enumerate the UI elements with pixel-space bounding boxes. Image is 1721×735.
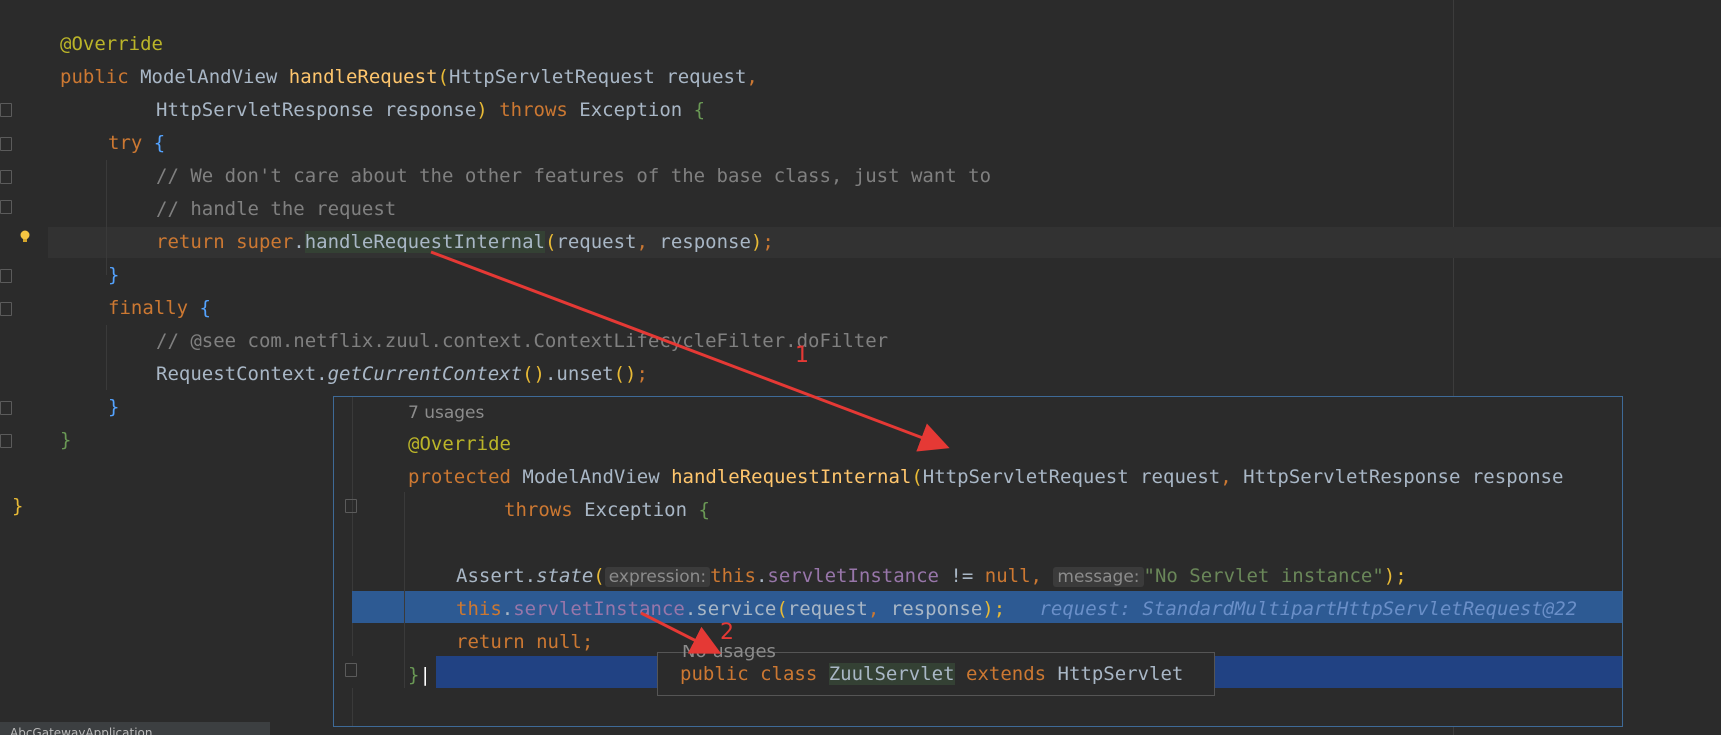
code-line-finally: finally { (108, 297, 211, 319)
fold-icon[interactable] (0, 269, 12, 283)
code-line-close-finally: } (108, 396, 120, 418)
indent-guide (404, 492, 405, 688)
fold-icon[interactable] (0, 401, 12, 415)
inline-debug-value[interactable]: request: StandardMultipartHttpServletReq… (1039, 598, 1577, 620)
fold-icon[interactable] (0, 170, 12, 184)
fold-icon[interactable] (0, 200, 12, 214)
code-line-unset: RequestContext.getCurrentContext().unset… (156, 363, 648, 385)
popup-line-throws: throws Exception { (504, 499, 710, 521)
fold-icon[interactable] (0, 434, 12, 448)
tooltip-class-declaration: public class ZuulServlet extends HttpSer… (680, 663, 1184, 685)
popup-line-close: }| (408, 664, 431, 686)
lightbulb-icon[interactable] (19, 230, 31, 244)
code-line-signature: public ModelAndView handleRequest(HttpSe… (60, 66, 758, 88)
fold-icon[interactable] (345, 663, 357, 677)
fold-icon[interactable] (345, 499, 357, 513)
code-line-try: try { (108, 132, 166, 154)
indent-guide (106, 325, 107, 390)
fold-icon[interactable] (0, 103, 12, 117)
fold-icon[interactable] (0, 302, 12, 316)
code-line-comment: // handle the request (156, 198, 397, 220)
code-line-comment: // @see com.netflix.zuul.context.Context… (156, 330, 889, 352)
popup-line-service-call: this.servletInstance.service(request, re… (456, 598, 1578, 620)
code-line-override: @Override (60, 33, 163, 55)
annotation-label-1: 1 (795, 343, 809, 368)
code-line-close-try: } (108, 264, 120, 286)
indent-guide (106, 160, 107, 275)
code-line-signature-cont: HttpServletResponse response) throws Exc… (156, 99, 706, 121)
usages-count[interactable]: 7 usages (408, 397, 484, 430)
highlighted-method-name[interactable]: handleRequestInternal (304, 231, 545, 253)
code-line-close-class: } (12, 495, 24, 517)
param-hint: message: (1053, 567, 1144, 587)
popup-line-override: @Override (408, 433, 511, 455)
code-line-return-super: return super.handleRequestInternal(reque… (156, 231, 774, 253)
code-line-comment: // We don't care about the other feature… (156, 165, 992, 187)
popup-line-return: return null; (456, 631, 594, 653)
annotation-label-2: 2 (720, 620, 734, 645)
class-name[interactable]: ZuulServlet (828, 663, 955, 685)
param-hint: expression: (604, 567, 711, 587)
code-line-close-method: } (60, 429, 72, 451)
popup-line-signature: protected ModelAndView handleRequestInte… (408, 466, 1564, 488)
class-preview-tooltip[interactable]: No usages public class ZuulServlet exten… (657, 645, 1215, 696)
popup-line-assert: Assert.state(expression: this.servletInst… (456, 565, 1407, 587)
run-config-tab[interactable]: AbcGatewayApplication (0, 722, 270, 735)
fold-icon[interactable] (0, 137, 12, 151)
